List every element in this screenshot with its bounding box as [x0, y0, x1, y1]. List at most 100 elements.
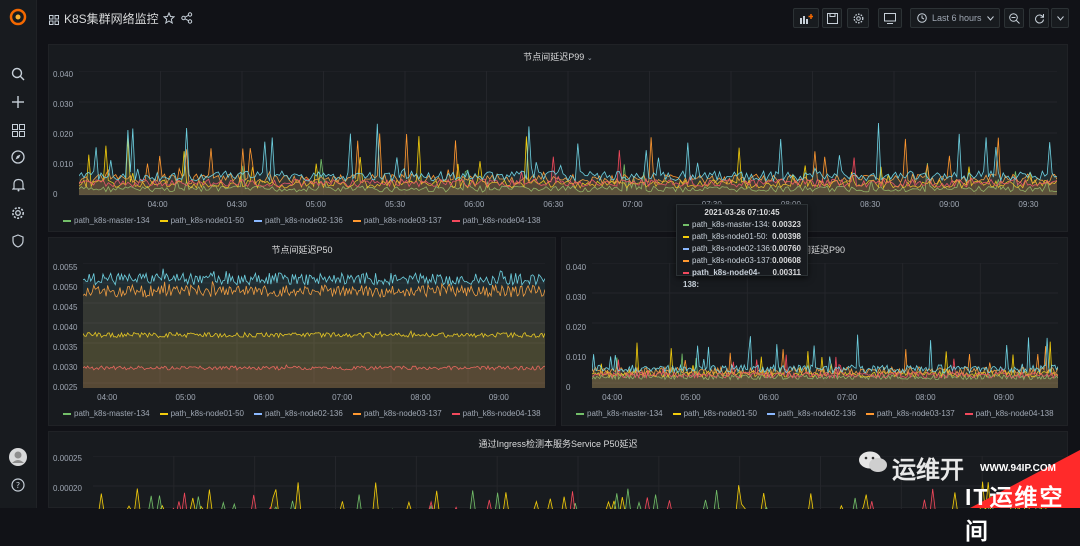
server-admin-shield-icon[interactable]	[9, 232, 27, 250]
x-axis-tick: 07:00	[623, 200, 643, 209]
sidebar: ?	[0, 0, 37, 508]
explore-compass-icon[interactable]	[9, 148, 27, 166]
legend-swatch	[673, 413, 681, 415]
y-axis-tick: 0	[53, 190, 57, 199]
legend-item[interactable]: path_k8s-master-134	[576, 409, 663, 418]
legend-swatch	[353, 220, 361, 222]
refresh-interval-dropdown[interactable]	[1051, 8, 1069, 28]
legend-item[interactable]: path_k8s-master-134	[63, 409, 150, 418]
search-icon[interactable]	[9, 65, 27, 83]
x-axis-tick: 06:00	[254, 393, 274, 402]
share-icon[interactable]	[181, 11, 193, 29]
tooltip-value: 0.00760	[772, 243, 801, 255]
tooltip-row: path_k8s-master-134:0.00323	[683, 219, 801, 231]
p90-graph-area[interactable]	[592, 263, 1058, 388]
x-axis-tick: 09:00	[994, 393, 1014, 402]
y-axis-tick: 0.030	[566, 293, 586, 302]
legend-item[interactable]: path_k8s-node04-138	[452, 409, 541, 418]
dashboard-grid-icon	[49, 12, 59, 30]
x-axis-tick: 05:00	[681, 393, 701, 402]
user-avatar[interactable]	[9, 448, 27, 466]
legend-item[interactable]: path_k8s-node03-137	[353, 409, 442, 418]
panel-title-text: 节点间延迟P99	[523, 52, 584, 62]
legend-item[interactable]: path_k8s-node02-136	[254, 216, 343, 225]
legend-label: path_k8s-master-134	[587, 409, 663, 418]
tooltip-row: path_k8s-node03-137:0.00608	[683, 255, 801, 267]
p50-graph-area[interactable]	[83, 263, 545, 388]
y-axis-tick: 0.030	[53, 100, 73, 109]
legend-item[interactable]: path_k8s-node04-138	[452, 216, 541, 225]
legend-item[interactable]: path_k8s-node01-50	[160, 216, 244, 225]
add-panel-icon	[799, 13, 813, 24]
clock-icon	[917, 13, 927, 23]
grafana-logo-icon[interactable]	[9, 8, 27, 26]
tooltip-time: 2021-03-26 07:10:45	[683, 208, 801, 217]
legend-swatch	[452, 220, 460, 222]
x-axis-tick: 09:30	[1018, 200, 1038, 209]
x-axis-tick: 04:00	[148, 200, 168, 209]
time-picker-button[interactable]: Last 6 hours	[910, 8, 1000, 28]
zoom-out-button[interactable]	[1004, 8, 1024, 28]
legend-label: path_k8s-node03-137	[877, 409, 955, 418]
legend-swatch	[866, 413, 874, 415]
watermark-site: WWW.94IP.COM	[980, 463, 1056, 474]
add-panel-button[interactable]	[793, 8, 819, 28]
y-axis-tick: 0.0030	[53, 363, 77, 372]
p99-graph-area[interactable]	[79, 71, 1057, 198]
alerting-bell-icon[interactable]	[9, 176, 27, 194]
chevron-down-icon	[1057, 16, 1064, 21]
x-axis-tick: 05:30	[385, 200, 405, 209]
p50-legend: path_k8s-master-134 path_k8s-node01-50 pat…	[63, 409, 541, 418]
x-axis-tick: 08:00	[916, 393, 936, 402]
time-range-label: Last 6 hours	[932, 13, 982, 23]
panel-title-p99[interactable]: 节点间延迟P99 ⌄	[49, 50, 1067, 63]
save-dashboard-button[interactable]	[822, 8, 842, 28]
y-axis-tick: 0.0050	[53, 283, 77, 292]
star-icon[interactable]	[163, 11, 175, 29]
panel-p90-latency: 节点间延迟P90 0.0400.0300.0200.0100 04:0005:0…	[561, 237, 1068, 426]
legend-item[interactable]: path_k8s-node02-136	[254, 409, 343, 418]
panel-title-p90[interactable]: 节点间延迟P90	[562, 243, 1067, 256]
legend-item[interactable]: path_k8s-master-134	[63, 216, 150, 225]
legend-label: path_k8s-node02-136	[265, 216, 343, 225]
svg-text:?: ?	[16, 481, 20, 490]
legend-label: path_k8s-node01-50	[684, 409, 757, 418]
legend-label: path_k8s-node01-50	[171, 409, 244, 418]
cycle-view-mode-button[interactable]	[878, 8, 902, 28]
series-node02-area	[83, 269, 545, 388]
legend-label: path_k8s-node04-138	[463, 409, 541, 418]
legend-item[interactable]: path_k8s-node01-50	[160, 409, 244, 418]
zoom-out-icon	[1009, 13, 1020, 24]
dashboard-settings-button[interactable]	[847, 8, 869, 28]
x-axis-tick: 09:00	[489, 393, 509, 402]
legend-item[interactable]: path_k8s-node04-138	[965, 409, 1054, 418]
gear-icon	[853, 13, 864, 24]
refresh-icon	[1034, 13, 1045, 24]
tooltip-series-name: path_k8s-node02-136:	[692, 244, 772, 253]
monitor-icon	[884, 13, 896, 24]
legend-item[interactable]: path_k8s-node03-137	[866, 409, 955, 418]
legend-swatch	[63, 413, 71, 415]
help-icon[interactable]: ?	[9, 476, 27, 494]
x-axis-tick: 07:00	[332, 393, 352, 402]
y-axis-tick: 0.040	[566, 263, 586, 272]
site-watermark: 运维开 WWW.94IP.COM IT运维空间	[850, 438, 1080, 508]
y-axis-tick: 0.00025	[53, 454, 82, 463]
legend-item[interactable]: path_k8s-node02-136	[767, 409, 856, 418]
panel-title-p50[interactable]: 节点间延迟P50	[49, 243, 555, 256]
tooltip-series-name: path_k8s-master-134:	[692, 220, 770, 229]
configuration-gear-icon[interactable]	[9, 204, 27, 222]
legend-item[interactable]: path_k8s-node03-137	[353, 216, 442, 225]
x-axis-tick: 06:00	[759, 393, 779, 402]
x-axis-tick: 05:00	[176, 393, 196, 402]
legend-label: path_k8s-node03-137	[364, 409, 442, 418]
top-navbar: K8S集群网络监控 Last 6 hours	[37, 0, 1080, 36]
legend-swatch	[63, 220, 71, 222]
dashboard-title[interactable]: K8S集群网络监控	[64, 10, 159, 27]
dashboards-icon[interactable]	[9, 121, 27, 139]
y-axis-tick: 0.00020	[53, 484, 82, 493]
plus-icon[interactable]	[9, 93, 27, 111]
refresh-button[interactable]	[1029, 8, 1049, 28]
legend-item[interactable]: path_k8s-node01-50	[673, 409, 757, 418]
legend-swatch	[160, 220, 168, 222]
